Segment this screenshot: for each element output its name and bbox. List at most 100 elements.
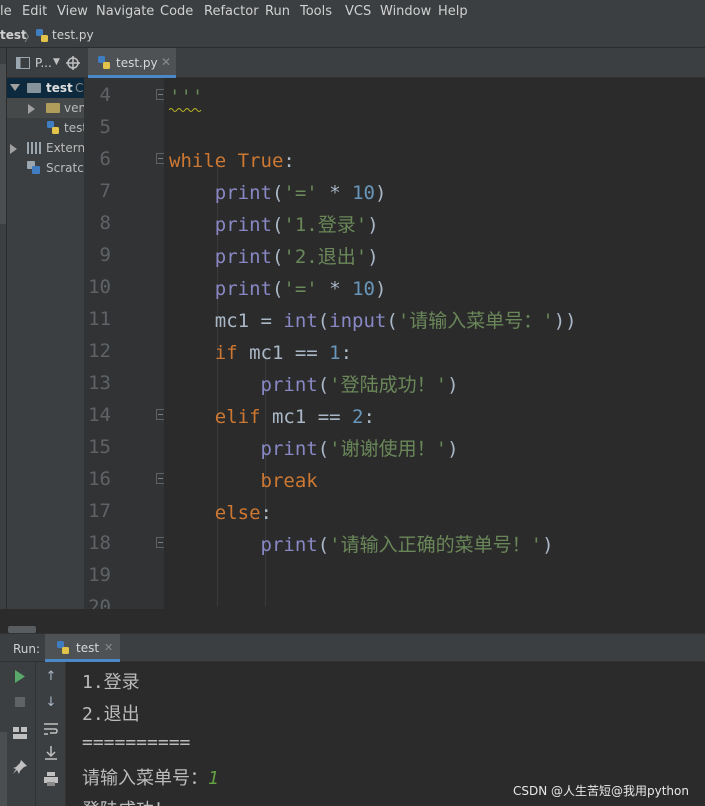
line-number: 12: [88, 340, 111, 362]
tree-item-venv[interactable]: ven: [7, 99, 84, 119]
menu-item-code[interactable]: Code: [160, 4, 193, 19]
folder-icon: [46, 103, 60, 113]
tree-item-external-libraries[interactable]: Extern: [7, 139, 84, 159]
arrow-up-icon[interactable]: ↑: [44, 670, 58, 684]
expand-arrow-icon[interactable]: [28, 104, 35, 114]
fold-marker-icon[interactable]: [156, 89, 164, 100]
project-view-selector[interactable]: P...: [35, 56, 52, 70]
menu-item-help[interactable]: Help: [438, 4, 468, 19]
menu-item-navigate[interactable]: Navigate: [96, 4, 154, 19]
code-line[interactable]: print('请输入正确的菜单号！'): [169, 534, 554, 556]
print-icon[interactable]: [44, 772, 58, 786]
code-line[interactable]: print('=' * 10): [169, 278, 387, 300]
editor-tab-bar: test.py ✕: [84, 48, 705, 78]
scrollbar-thumb[interactable]: [8, 626, 36, 633]
line-number: 18: [88, 532, 111, 554]
python-file-icon: [98, 56, 110, 69]
tree-item-label: test: [64, 121, 84, 135]
horizontal-scrollbar[interactable]: [0, 609, 705, 634]
code-line[interactable]: print('1.登录'): [169, 214, 379, 236]
tree-item-test-project[interactable]: test C: [7, 79, 84, 99]
watermark: CSDN @人生苦短@我用python: [512, 784, 689, 798]
run-tab-label: test: [76, 641, 100, 655]
scratches-icon: [27, 161, 40, 174]
fold-marker-icon[interactable]: [156, 473, 164, 484]
code-token: mc1 =: [169, 310, 284, 332]
code-line[interactable]: print('谢谢使用！'): [169, 438, 459, 460]
code-token: while: [169, 150, 238, 172]
breadcrumb-file[interactable]: test.py: [52, 28, 94, 42]
code-line[interactable]: while True:: [169, 150, 295, 172]
run-toolbar-secondary: ↑ ↓: [36, 662, 66, 806]
project-view-icon: [16, 57, 30, 69]
code-line[interactable]: break: [169, 470, 318, 492]
code-token: ): [367, 214, 379, 236]
locate-target-icon[interactable]: [66, 56, 80, 70]
line-number: 14: [88, 404, 111, 426]
folder-icon: [27, 83, 41, 93]
console-text: 1.登录: [82, 672, 140, 693]
rerun-icon[interactable]: [14, 670, 26, 683]
code-line[interactable]: print('登陆成功！'): [169, 374, 459, 396]
soft-wrap-icon[interactable]: [44, 722, 58, 736]
code-token: (: [386, 310, 398, 332]
code-line[interactable]: if mc1 == 1:: [169, 342, 352, 364]
expand-arrow-icon[interactable]: [10, 84, 20, 91]
menu-item-vcs[interactable]: VCS: [345, 4, 371, 19]
libraries-icon: [27, 142, 41, 154]
line-number: 17: [88, 500, 111, 522]
project-tool-window-button[interactable]: [0, 64, 6, 224]
code-token: '1.登录': [283, 214, 368, 236]
fold-marker-icon[interactable]: [156, 409, 164, 420]
menu-item-refactor[interactable]: Refactor: [204, 4, 259, 19]
console-text: 登陆成功！: [82, 800, 172, 806]
code-line[interactable]: ''': [169, 86, 203, 108]
close-icon[interactable]: ✕: [104, 641, 113, 654]
scroll-to-end-icon[interactable]: [44, 746, 58, 760]
code-token: *: [317, 182, 353, 204]
console-line: 请输入菜单号：1: [82, 764, 219, 790]
menu-item-edit[interactable]: Edit: [22, 4, 47, 19]
stop-icon[interactable]: [15, 697, 25, 707]
fold-marker-icon[interactable]: [156, 537, 164, 548]
code-line[interactable]: print('2.退出'): [169, 246, 379, 268]
run-tab-test[interactable]: test ✕: [45, 634, 120, 662]
code-token: int: [283, 310, 318, 332]
editor-tab-test-py[interactable]: test.py ✕: [88, 48, 176, 78]
breadcrumb-project[interactable]: test: [0, 28, 27, 42]
layout-icon[interactable]: [13, 727, 27, 739]
code-line[interactable]: elif mc1 == 2:: [169, 406, 375, 428]
code-line[interactable]: print('=' * 10): [169, 182, 387, 204]
run-toolbar-primary: [0, 662, 36, 806]
menu-item-tools[interactable]: Tools: [300, 4, 332, 19]
line-number: 20: [88, 596, 111, 609]
code-line[interactable]: mc1 = int(input('请输入菜单号：')): [169, 310, 577, 332]
arrow-down-icon[interactable]: ↓: [44, 696, 58, 710]
expand-arrow-icon[interactable]: [10, 144, 17, 154]
code-token: :: [283, 150, 295, 172]
menu-item-run[interactable]: Run: [265, 4, 290, 19]
menu-item-view[interactable]: View: [57, 4, 88, 19]
menu-item-window[interactable]: Window: [380, 4, 431, 19]
code-token: '谢谢使用！': [329, 438, 448, 460]
pin-icon[interactable]: [13, 760, 27, 774]
code-line[interactable]: else:: [169, 502, 272, 524]
code-editor[interactable]: ''' while True: print('=' * 10) print('1.…: [164, 78, 705, 609]
tree-item-test-py[interactable]: test: [7, 119, 84, 139]
python-file-icon: [36, 29, 48, 42]
run-panel-header: Run: test ✕: [0, 634, 705, 662]
close-icon[interactable]: ✕: [161, 55, 171, 69]
code-token: *: [317, 278, 353, 300]
structure-tool-window-button[interactable]: [0, 732, 7, 806]
tree-item-scratches[interactable]: Scratch: [7, 159, 84, 179]
tree-item-path: C: [75, 81, 84, 95]
fold-marker-icon[interactable]: [156, 153, 164, 164]
menu-item-le[interactable]: le: [0, 4, 12, 19]
breadcrumb-separator-icon: 〉: [24, 30, 37, 44]
code-token: print: [214, 246, 272, 268]
code-token: (: [271, 182, 284, 204]
chevron-down-icon[interactable]: ▼: [53, 57, 60, 67]
